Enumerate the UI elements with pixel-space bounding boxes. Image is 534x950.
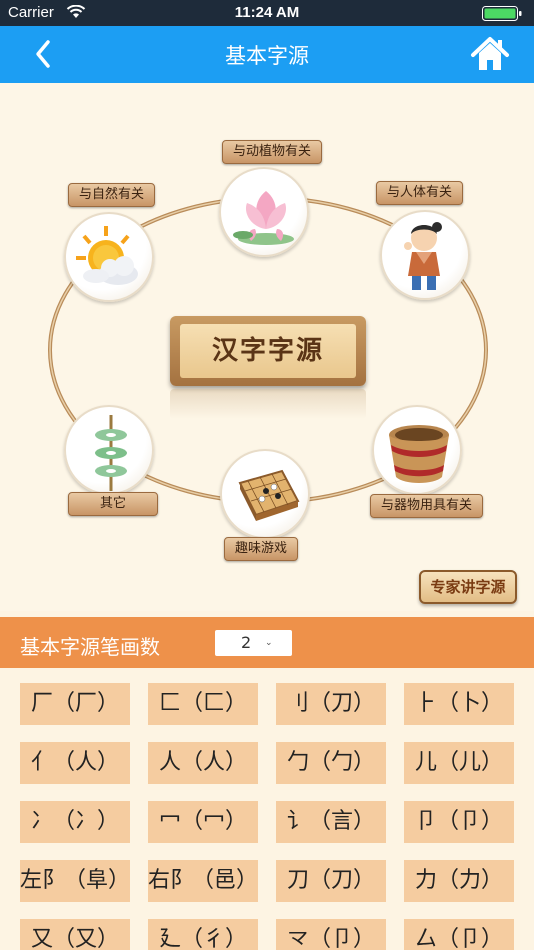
radical-cell[interactable]: 卩（卩） (404, 801, 514, 843)
category-label-utensils[interactable]: 与器物用具有关 (370, 494, 484, 518)
radical-cell[interactable]: ⺊（卜） (404, 683, 514, 725)
category-nature[interactable] (64, 212, 154, 302)
radical-cell[interactable]: 力（力） (404, 860, 514, 902)
back-button[interactable] (26, 36, 62, 72)
radical-cell[interactable]: 龴（卩） (276, 919, 386, 950)
category-label-animals-plants[interactable]: 与动植物有关 (222, 140, 323, 164)
category-animals-plants[interactable] (219, 167, 309, 257)
radical-cell[interactable]: 儿（儿） (404, 742, 514, 784)
home-button[interactable] (470, 34, 510, 74)
stroke-count-select[interactable]: 2 ⌄ (215, 630, 292, 656)
category-label-nature[interactable]: 与自然有关 (68, 183, 156, 207)
radical-cell[interactable]: 左阝（阜） (20, 860, 130, 902)
category-fun-games[interactable] (220, 449, 310, 539)
expert-explain-button[interactable]: 专家讲字源 (419, 570, 517, 604)
radical-cell[interactable]: 人（人） (148, 742, 258, 784)
category-label-other[interactable]: 其它 (68, 492, 158, 516)
radical-cell[interactable]: 冫（冫） (20, 801, 130, 843)
page-title: 基本字源 (225, 44, 309, 68)
radical-cell[interactable]: 刀（刀） (276, 860, 386, 902)
radical-cell[interactable]: 又（又） (20, 919, 130, 950)
radical-cell[interactable]: 刂（刀） (276, 683, 386, 725)
category-other[interactable] (64, 405, 154, 495)
plaque-reflection (170, 389, 366, 419)
stroke-count-value: 2 (241, 633, 252, 652)
status-bar: Carrier 11:24 AM (0, 0, 534, 26)
radical-cell[interactable]: 亻（人） (20, 742, 130, 784)
jade-rings-icon (95, 415, 127, 491)
stroke-filter-label: 基本字源笔画数 (20, 635, 160, 659)
category-utensils[interactable] (372, 405, 462, 495)
radical-cell[interactable]: 讠（言） (276, 801, 386, 843)
radical-cell[interactable]: 勹（勹） (276, 742, 386, 784)
center-plaque: 汉字字源 (170, 316, 366, 386)
category-label-fun-games[interactable]: 趣味游戏 (224, 537, 299, 561)
radical-grid: 厂（厂） 匚（匚） 刂（刀） ⺊（卜） 亻（人） 人（人） 勹（勹） 儿（儿） … (0, 668, 534, 950)
category-human-body[interactable] (380, 210, 470, 300)
battery-icon (482, 6, 522, 21)
wooden-bucket-icon (389, 425, 449, 483)
nav-bar: 基本字源 (0, 26, 534, 83)
radical-cell[interactable]: 右阝（邑） (148, 860, 258, 902)
chevron-down-icon: ⌄ (265, 638, 273, 648)
category-label-human-body[interactable]: 与人体有关 (376, 181, 464, 205)
radical-cell[interactable]: 厶（卩） (404, 919, 514, 950)
radical-cell[interactable]: 廴（彳） (148, 919, 258, 950)
sun-cloud-icon (76, 226, 138, 285)
center-title: 汉字字源 (180, 324, 356, 378)
stroke-filter-bar: 基本字源笔画数 2 ⌄ (0, 617, 534, 668)
clock: 11:24 AM (234, 4, 300, 21)
radical-cell[interactable]: 厂（厂） (20, 683, 130, 725)
child-figure-icon (404, 222, 442, 290)
radical-cell[interactable]: 匚（匚） (148, 683, 258, 725)
category-wheel: 汉字字源 与动植物有关 与自然有关 与人体有关 其它 与器物用具有关 趣味游戏 … (0, 83, 534, 611)
go-board-icon (238, 469, 300, 521)
radical-cell[interactable]: 冖（冖） (148, 801, 258, 843)
lotus-icon (233, 191, 294, 245)
